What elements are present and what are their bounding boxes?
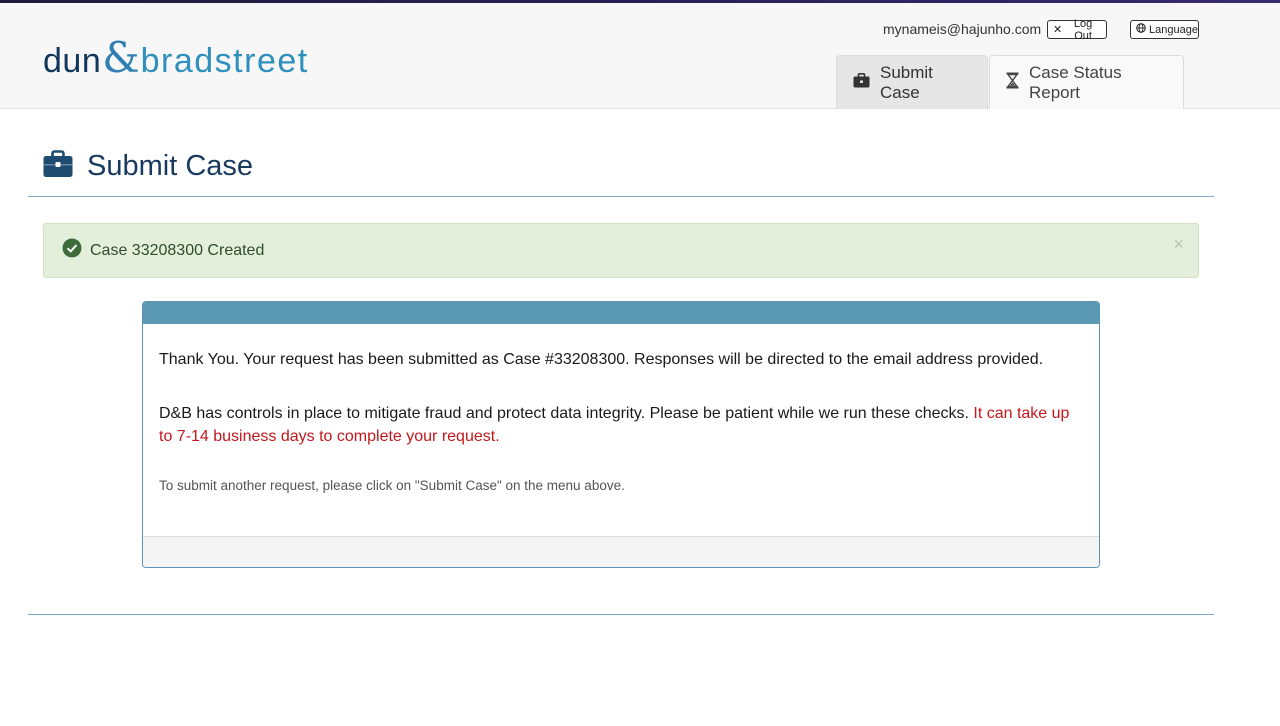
user-email: mynameis@hajunho.com <box>883 21 1042 37</box>
language-button[interactable]: Language <box>1130 20 1199 39</box>
fraud-check-message: D&B has controls in place to mitigate fr… <box>159 402 1083 448</box>
alert-message: Case 33208300 Created <box>90 241 265 259</box>
panel-footer <box>143 536 1099 567</box>
alert-close-icon[interactable]: × <box>1173 234 1184 255</box>
logout-button[interactable]: ✕ Log Out <box>1047 17 1107 42</box>
check-circle-icon <box>62 238 82 263</box>
title-divider <box>28 196 1214 197</box>
language-label: Language <box>1149 23 1198 36</box>
fraud-check-text: D&B has controls in place to mitigate fr… <box>159 405 974 422</box>
content-bottom-divider <box>28 614 1214 615</box>
site-header: dun & bradstreet mynameis@hajunho.com ✕ … <box>0 3 1280 109</box>
hourglass-icon <box>1006 72 1019 94</box>
logo-text-dun: dun <box>43 42 102 80</box>
confirmation-message: Thank You. Your request has been submitt… <box>159 351 1044 368</box>
page-title-block: Submit Case <box>43 150 253 183</box>
logo-text-bradstreet: bradstreet <box>140 42 309 80</box>
panel-header <box>143 302 1099 324</box>
dun-bradstreet-logo[interactable]: dun & bradstreet <box>43 33 309 82</box>
logout-label: Log Out <box>1073 17 1093 42</box>
tab-submit-case[interactable]: Submit Case <box>836 55 988 109</box>
tab-submit-case-label: Submit Case <box>880 62 933 102</box>
briefcase-icon <box>853 72 870 93</box>
success-alert: Case 33208300 Created × <box>43 223 1199 278</box>
briefcase-icon <box>43 150 73 183</box>
logo-ampersand: & <box>102 33 140 82</box>
page-title: Submit Case <box>87 150 254 182</box>
confirmation-panel: Thank You. Your request has been submitt… <box>142 301 1100 568</box>
submit-another-hint: To submit another request, please click … <box>159 478 625 493</box>
close-x-icon: ✕ <box>1053 24 1063 36</box>
panel-body: Thank You. Your request has been submitt… <box>143 324 1099 536</box>
globe-icon <box>1136 23 1146 36</box>
tab-case-status-report[interactable]: Case Status Report <box>989 55 1184 109</box>
tab-case-status-label: Case Status Report <box>1029 62 1122 102</box>
